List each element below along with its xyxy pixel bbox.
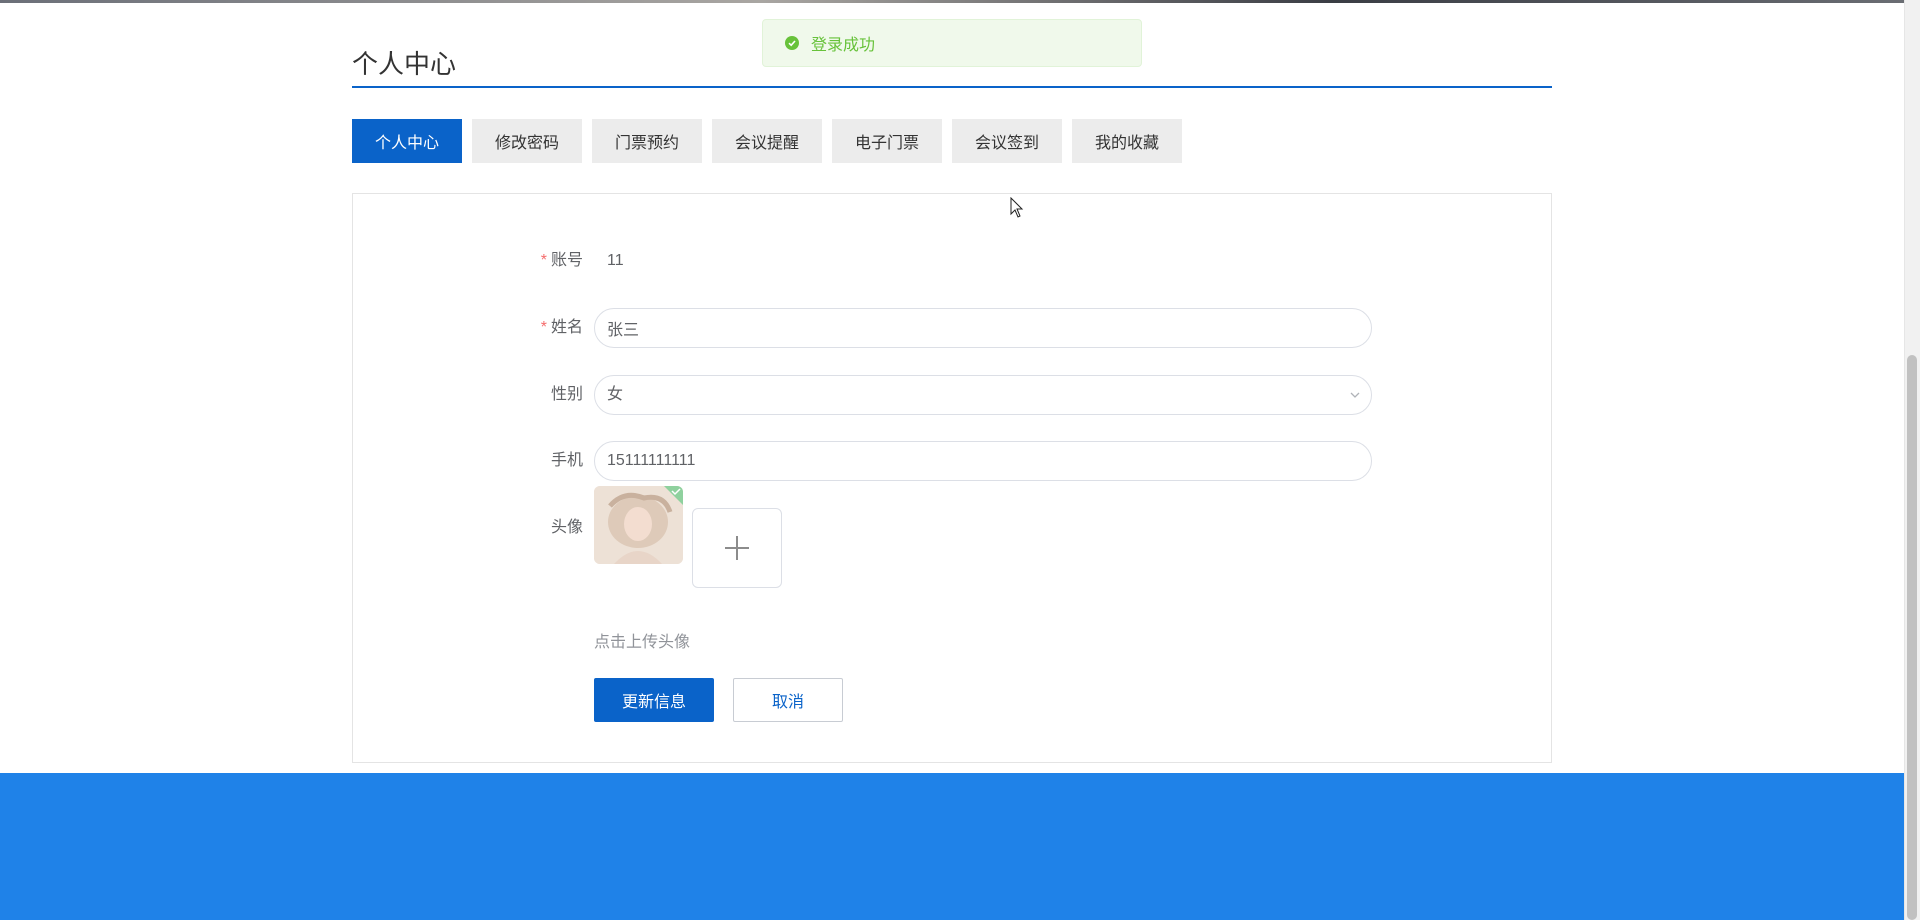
cancel-button[interactable]: 取消 bbox=[733, 678, 843, 722]
required-mark: * bbox=[540, 319, 547, 336]
top-strip bbox=[0, 0, 1904, 3]
success-toast: 登录成功 bbox=[762, 19, 1142, 67]
page-title: 个人中心 bbox=[352, 49, 457, 79]
tab-personal-center[interactable]: 个人中心 bbox=[352, 119, 462, 163]
gender-select[interactable]: 女 bbox=[594, 375, 1372, 415]
name-input[interactable] bbox=[594, 308, 1372, 348]
name-label: * 姓名 bbox=[353, 308, 583, 348]
avatar-label: 头像 bbox=[550, 519, 583, 536]
gender-label: 性别 bbox=[550, 386, 583, 403]
upload-hint: 点击上传头像 bbox=[594, 634, 691, 651]
tab-change-password[interactable]: 修改密码 bbox=[472, 119, 582, 163]
title-underline bbox=[352, 86, 1552, 88]
chevron-down-icon bbox=[1350, 392, 1360, 398]
phone-label: 手机 bbox=[550, 452, 583, 469]
account-label-text: 账号 bbox=[550, 252, 583, 269]
tab-meeting-reminder[interactable]: 会议提醒 bbox=[712, 119, 822, 163]
phone-input[interactable] bbox=[594, 441, 1372, 481]
tab-meeting-checkin[interactable]: 会议签到 bbox=[952, 119, 1062, 163]
check-circle-icon bbox=[785, 36, 799, 50]
update-info-button[interactable]: 更新信息 bbox=[594, 678, 714, 722]
avatar-image[interactable] bbox=[594, 486, 683, 564]
tab-ticket-booking[interactable]: 门票预约 bbox=[592, 119, 702, 163]
profile-form-panel: *账号 11 *姓名 性别 女 手机 头像 点击上传头像 更新信 bbox=[352, 193, 1552, 763]
vertical-scrollbar[interactable] bbox=[1904, 0, 1920, 920]
account-value: 11 bbox=[607, 252, 624, 269]
gender-selected-value: 女 bbox=[607, 386, 624, 403]
tab-my-favorites[interactable]: 我的收藏 bbox=[1072, 119, 1182, 163]
plus-icon bbox=[725, 536, 749, 560]
required-mark: * bbox=[540, 252, 547, 269]
tab-e-ticket[interactable]: 电子门票 bbox=[832, 119, 942, 163]
name-label-text: 姓名 bbox=[550, 319, 583, 336]
page-footer bbox=[0, 773, 1904, 920]
tab-bar: 个人中心 修改密码 门票预约 会议提醒 电子门票 会议签到 我的收藏 bbox=[352, 119, 1182, 163]
mouse-cursor-icon bbox=[1010, 197, 1024, 218]
account-label: * 账号 bbox=[353, 241, 583, 281]
avatar-upload-button[interactable] bbox=[692, 508, 782, 588]
toast-message: 登录成功 bbox=[811, 37, 876, 54]
avatar-portrait-icon bbox=[594, 486, 683, 564]
scrollbar-thumb[interactable] bbox=[1907, 355, 1917, 920]
